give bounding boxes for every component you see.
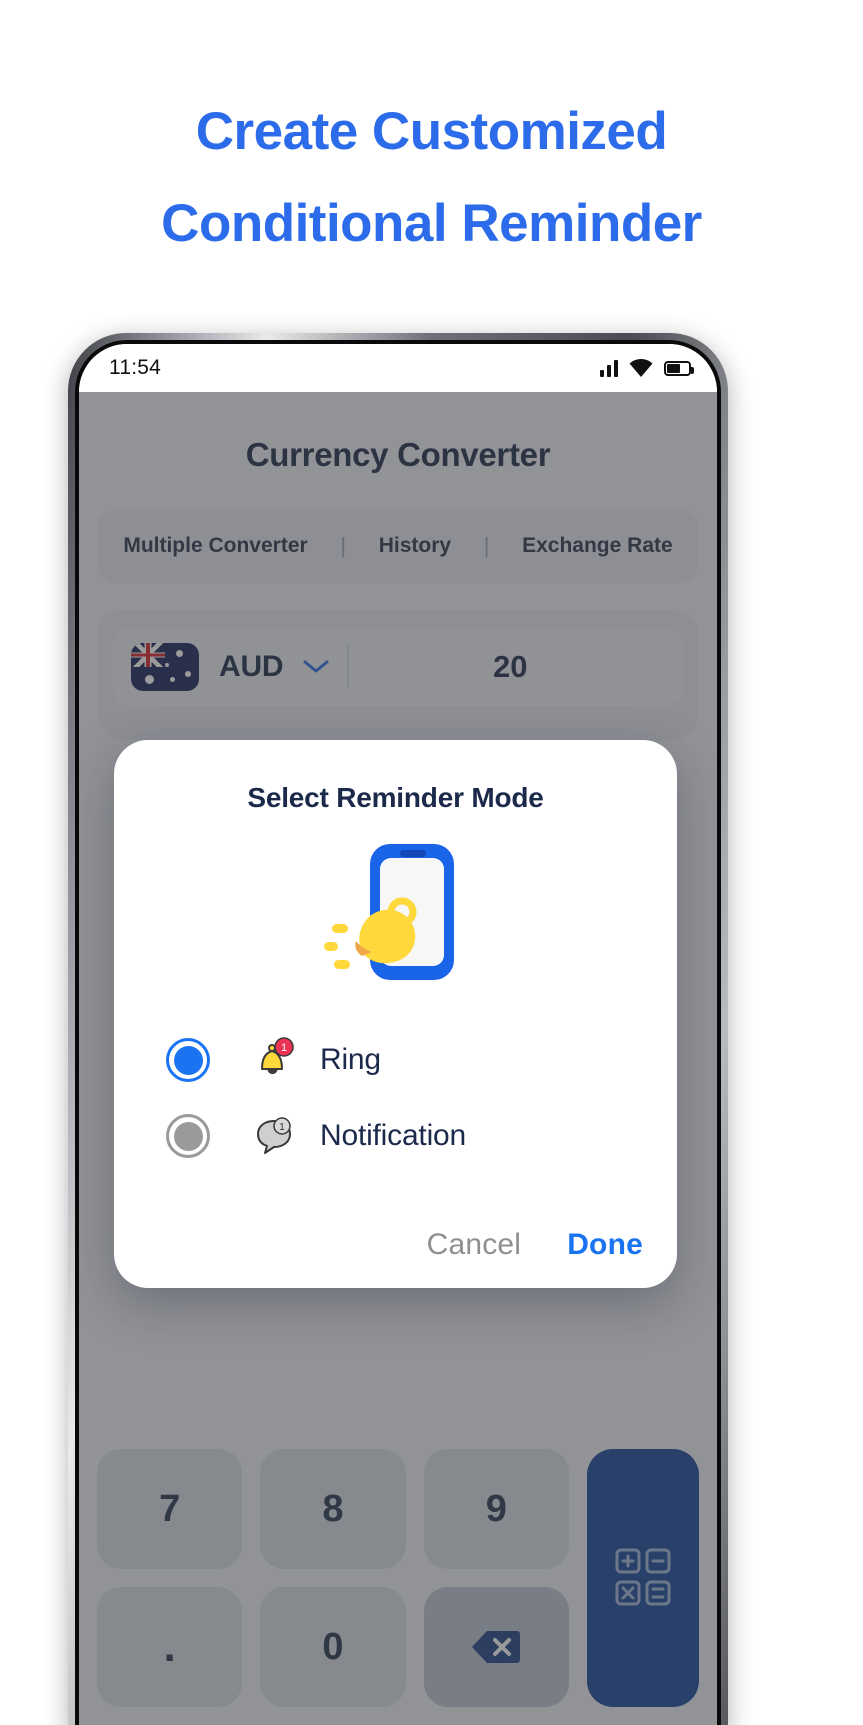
done-button[interactable]: Done bbox=[567, 1228, 643, 1262]
radio-notification[interactable] bbox=[166, 1114, 210, 1158]
chat-bubble-badge-icon: 1 bbox=[246, 1113, 302, 1159]
reminder-mode-dialog: Select Reminder Mode 1 Ring 1 Notificati… bbox=[114, 740, 677, 1288]
wifi-icon bbox=[629, 359, 653, 377]
cancel-button[interactable]: Cancel bbox=[427, 1228, 522, 1262]
poster-page: Create Customized Conditional Reminder 1… bbox=[0, 0, 863, 1725]
option-notification[interactable]: 1 Notification bbox=[166, 1098, 677, 1174]
dialog-actions: Cancel Done bbox=[427, 1228, 643, 1262]
dialog-title: Select Reminder Mode bbox=[247, 782, 544, 813]
headline-line-1: Create Customized bbox=[195, 102, 668, 161]
option-label-notification: Notification bbox=[320, 1119, 467, 1152]
reminder-options: 1 Ring 1 Notification bbox=[114, 1022, 677, 1174]
status-time: 11:54 bbox=[109, 356, 161, 379]
svg-text:1: 1 bbox=[281, 1042, 287, 1054]
status-bar: 11:54 bbox=[79, 344, 717, 392]
svg-text:1: 1 bbox=[279, 1122, 285, 1133]
radio-ring[interactable] bbox=[166, 1038, 210, 1082]
option-label-ring: Ring bbox=[320, 1043, 381, 1076]
page-title: Create Customized Conditional Reminder bbox=[0, 86, 863, 270]
option-ring[interactable]: 1 Ring bbox=[166, 1022, 677, 1098]
battery-icon bbox=[664, 360, 694, 376]
signal-icon bbox=[599, 359, 618, 377]
status-icons bbox=[599, 359, 694, 377]
phone-with-bell-illustration bbox=[114, 830, 677, 998]
headline-line-2: Conditional Reminder bbox=[161, 194, 702, 253]
bell-badge-icon: 1 bbox=[246, 1037, 302, 1083]
